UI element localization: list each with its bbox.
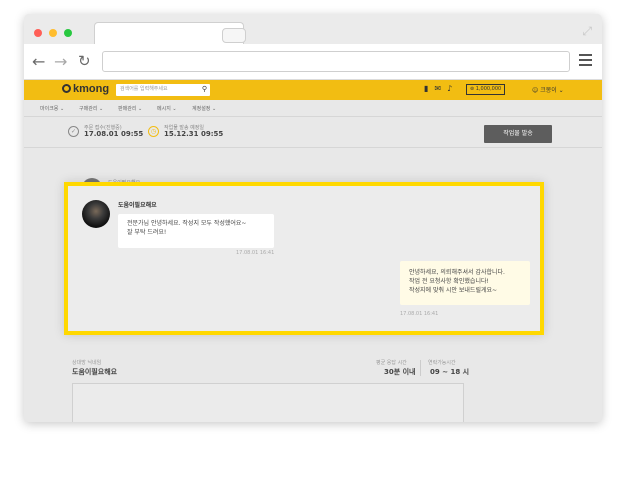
subnav-item-sales[interactable]: 판매관리 ⌄ [118, 105, 142, 112]
browser-window: × ⤢ ← → ↻ kmong 검색어를 입력해주세요 ⚲ ▮ ✉ ♪ ⊚ 1,00… [24, 14, 602, 422]
message-line: 작업 전 요청사항 확인했습니다! [409, 278, 489, 285]
nickname-label: 상대방 닉네임 [72, 360, 102, 366]
order-status-bar: ✓ 주문 접수(진행중) 17.08.01 09:55 ◷ 작업물 발송 예정일… [24, 116, 602, 148]
user-name: 크몽이 [540, 87, 557, 94]
message-line: 작성지에 맞춰 시안 보내드릴게요~ [409, 287, 498, 294]
title-bar: × ⤢ [24, 14, 602, 44]
maximize-window-button[interactable] [64, 29, 72, 37]
response-time-value: 30분 이내 [384, 368, 416, 376]
contact-time-label: 연락가능시간 [428, 360, 456, 366]
kmong-logo[interactable]: kmong [62, 83, 109, 95]
message-line: 전문가님 안녕하세요. 작성지 모두 작성했어요~ [127, 220, 247, 227]
stats-icon[interactable]: ▮ [424, 84, 428, 93]
order-received-value: 17.08.01 09:55 [84, 130, 144, 138]
submit-work-button[interactable]: 작업물 발송 [484, 125, 552, 143]
message-line: 잘 부탁 드려요! [127, 229, 167, 236]
expand-icon[interactable]: ⤢ [582, 24, 592, 39]
user-menu[interactable]: ☺ 크몽이 ⌄ [532, 85, 564, 94]
logo-text: kmong [73, 83, 110, 95]
header-icons: ▮ ✉ ♪ [424, 84, 458, 93]
outgoing-timestamp: 17.08.01 16:41 [400, 311, 439, 317]
search-icon[interactable]: ⚲ [202, 85, 207, 93]
clock-icon: ◷ [148, 126, 159, 137]
message-line: 안녕하세요, 의뢰해주셔서 감사합니다. [409, 269, 505, 276]
sub-navigation: 마이크몽 ⌄ 구매관리 ⌄ 판매관리 ⌄ 메시지 ⌄ 계정설정 ⌄ [24, 100, 602, 116]
contact-time-value: 09 ~ 18 시 [430, 368, 470, 376]
delivery-deadline-value: 15.12.31 09:55 [164, 130, 224, 138]
back-arrow-icon[interactable]: ← [32, 52, 45, 71]
address-bar[interactable] [102, 51, 570, 72]
forward-arrow-icon[interactable]: → [54, 52, 67, 71]
subnav-item-my[interactable]: 마이크몽 ⌄ [40, 105, 64, 112]
close-window-button[interactable] [34, 29, 42, 37]
credit-value: 1,000,000 [475, 86, 502, 92]
credit-balance[interactable]: ⊚ 1,000,000 [466, 84, 506, 95]
check-icon: ✓ [68, 126, 79, 137]
subnav-item-purchase[interactable]: 구매관리 ⌄ [79, 105, 103, 112]
outgoing-message-bubble: 안녕하세요, 의뢰해주셔서 감사합니다. 작업 전 요청사항 확인했습니다! 작… [400, 261, 530, 305]
avatar [82, 200, 110, 228]
reload-icon[interactable]: ↻ [78, 52, 91, 70]
search-placeholder: 검색어를 입력해주세요 [120, 86, 168, 92]
browser-toolbar: ← → ↻ [24, 44, 602, 80]
search-input[interactable]: 검색어를 입력해주세요 ⚲ [116, 84, 210, 96]
chat-panel: 도움이필요해요 전문가님 안녕하세요. 작성지 모두 작성했어요~ 잘 부탁 드… [64, 182, 544, 335]
message-area[interactable] [72, 383, 464, 422]
bell-icon[interactable]: ♪ [447, 84, 452, 93]
response-time-label: 평균 응답 시간 [376, 360, 407, 366]
nickname-value: 도움이필요해요 [72, 368, 118, 376]
hamburger-menu-icon[interactable] [579, 54, 592, 69]
page-viewport: kmong 검색어를 입력해주세요 ⚲ ▮ ✉ ♪ ⊚ 1,000,000 ☺ 크몽… [24, 80, 602, 422]
new-tab-button[interactable] [222, 28, 246, 43]
subnav-item-account[interactable]: 계정설정 ⌄ [192, 105, 216, 112]
subnav-item-message[interactable]: 메시지 ⌄ [157, 105, 177, 112]
site-header: kmong 검색어를 입력해주세요 ⚲ ▮ ✉ ♪ ⊚ 1,000,000 ☺ 크몽… [24, 80, 602, 100]
mail-icon[interactable]: ✉ [434, 84, 441, 93]
divider [420, 360, 421, 376]
incoming-message-bubble: 전문가님 안녕하세요. 작성지 모두 작성했어요~ 잘 부탁 드려요! [118, 214, 274, 248]
minimize-window-button[interactable] [49, 29, 57, 37]
chat-sender-name: 도움이필요해요 [118, 202, 157, 209]
partner-info-section: 상대방 닉네임 도움이필요해요 평균 응답 시간 30분 이내 연락가능시간 0… [64, 352, 544, 422]
incoming-timestamp: 17.08.01 16:41 [236, 250, 275, 256]
logo-icon [62, 84, 71, 93]
